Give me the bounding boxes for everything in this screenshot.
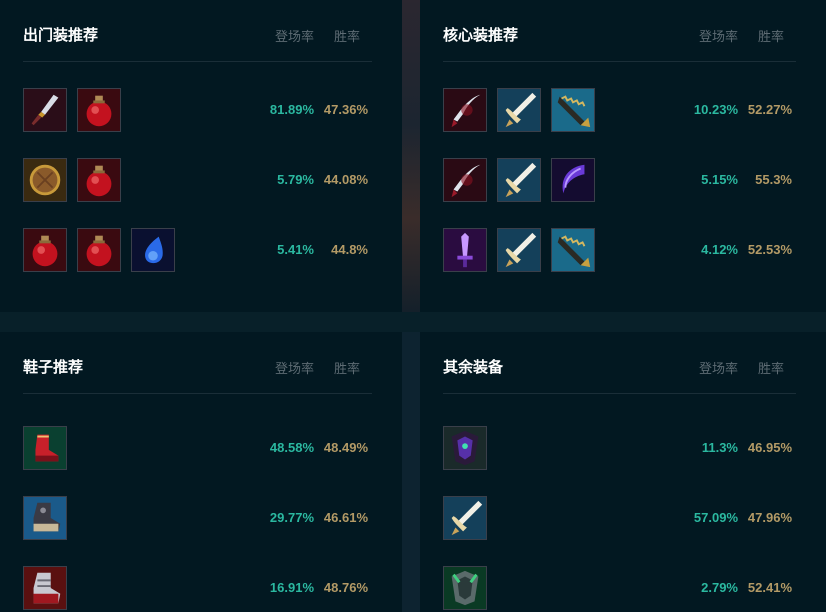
pick-rate: 5.41% <box>277 242 314 257</box>
item-icons <box>23 566 67 610</box>
serrated-saw-icon[interactable] <box>551 228 595 272</box>
win-rate: 47.36% <box>323 102 368 117</box>
pick-rate: 48.58% <box>269 440 314 455</box>
item-icons <box>443 88 595 132</box>
red-boots-icon[interactable] <box>23 426 67 470</box>
panel-header: 出门装推荐 登场率 胜率 <box>23 0 372 62</box>
shadow-armor-icon[interactable] <box>443 426 487 470</box>
plated-boots-icon[interactable] <box>23 566 67 610</box>
build-row: 48.58% 48.49% <box>23 426 372 470</box>
win-rate: 44.8% <box>331 242 368 257</box>
background-art-strip <box>402 0 420 312</box>
item-icons <box>23 426 67 470</box>
build-row: 5.15% 55.3% <box>443 158 796 202</box>
pick-rate: 5.79% <box>277 172 314 187</box>
void-scythe-icon[interactable] <box>551 158 595 202</box>
pick-rate: 2.79% <box>701 580 738 595</box>
starter-items-panel: 出门装推荐 登场率 胜率 81.89% 47.36% 5.79% 44.08% … <box>0 0 402 312</box>
item-icons <box>443 158 595 202</box>
win-rate: 48.49% <box>323 440 368 455</box>
win-rate-header: 胜率 <box>757 361 784 376</box>
item-icons <box>23 496 67 540</box>
item-icons <box>23 158 121 202</box>
build-row: 16.91% 48.76% <box>23 566 372 610</box>
win-rate: 46.95% <box>747 440 792 455</box>
item-icons <box>443 426 487 470</box>
navori-blade-icon[interactable] <box>497 88 541 132</box>
win-rate: 55.3% <box>755 172 792 187</box>
pick-rate: 16.91% <box>269 580 314 595</box>
pick-rate: 4.12% <box>701 242 738 257</box>
other-items-panel: 其余装备 登场率 胜率 11.3% 46.95% 57.09% 47.96% 2… <box>420 332 826 612</box>
item-icons <box>23 88 121 132</box>
navori-blade-icon[interactable] <box>497 228 541 272</box>
panel-header: 其余装备 登场率 胜率 <box>443 332 796 394</box>
pick-rate-header: 登场率 <box>698 361 738 376</box>
boots-panel: 鞋子推荐 登场率 胜率 48.58% 48.49% 29.77% 46.61% … <box>0 332 402 612</box>
build-row: 4.12% 52.53% <box>443 228 796 272</box>
win-rate-header: 胜率 <box>333 29 360 44</box>
item-icons <box>23 228 175 272</box>
panel-title: 其余装备 <box>443 359 504 376</box>
item-icons <box>443 228 595 272</box>
build-row: 2.79% 52.41% <box>443 566 796 610</box>
core-items-panel: 核心装推荐 登场率 胜率 10.23% 52.27% 5.15% 55.3% 4… <box>420 0 826 312</box>
blue-orb-icon[interactable] <box>131 228 175 272</box>
panel-header: 鞋子推荐 登场率 胜率 <box>23 332 372 394</box>
pick-rate-header: 登场率 <box>698 29 738 44</box>
crimson-blade-icon[interactable] <box>443 158 487 202</box>
build-row: 57.09% 47.96% <box>443 496 796 540</box>
pick-rate-header: 登场率 <box>274 361 314 376</box>
build-row: 11.3% 46.95% <box>443 426 796 470</box>
win-rate-header: 胜率 <box>333 361 360 376</box>
health-potion-icon[interactable] <box>77 228 121 272</box>
win-rate: 44.08% <box>323 172 368 187</box>
pick-rate: 29.77% <box>269 510 314 525</box>
win-rate: 52.53% <box>747 242 792 257</box>
item-icons <box>443 566 487 610</box>
build-row: 5.79% 44.08% <box>23 158 372 202</box>
win-rate: 46.61% <box>323 510 368 525</box>
armored-boots-icon[interactable] <box>23 496 67 540</box>
pick-rate: 11.3% <box>701 440 738 455</box>
health-potion-icon[interactable] <box>77 88 121 132</box>
win-rate: 52.41% <box>747 580 792 595</box>
health-potion-icon[interactable] <box>23 228 67 272</box>
pick-rate: 5.15% <box>701 172 738 187</box>
serrated-saw-icon[interactable] <box>551 88 595 132</box>
win-rate: 48.76% <box>323 580 368 595</box>
navori-blade-icon[interactable] <box>443 496 487 540</box>
dagger-icon[interactable] <box>23 88 67 132</box>
health-potion-icon[interactable] <box>77 158 121 202</box>
win-rate: 47.96% <box>747 510 792 525</box>
green-armor-icon[interactable] <box>443 566 487 610</box>
pick-rate-header: 登场率 <box>274 29 314 44</box>
build-row: 81.89% 47.36% <box>23 88 372 132</box>
panel-title: 核心装推荐 <box>443 27 519 44</box>
panel-header: 核心装推荐 登场率 胜率 <box>443 0 796 62</box>
build-row: 5.41% 44.8% <box>23 228 372 272</box>
win-rate: 52.27% <box>747 102 792 117</box>
violet-sword-icon[interactable] <box>443 228 487 272</box>
win-rate-header: 胜率 <box>757 29 784 44</box>
panel-title: 鞋子推荐 <box>23 359 84 376</box>
build-row: 10.23% 52.27% <box>443 88 796 132</box>
pick-rate: 81.89% <box>269 102 314 117</box>
item-icons <box>443 496 487 540</box>
navori-blade-icon[interactable] <box>497 158 541 202</box>
panel-gap-horizontal <box>0 312 826 332</box>
panel-gap-vertical <box>402 332 420 612</box>
build-row: 29.77% 46.61% <box>23 496 372 540</box>
shield-icon[interactable] <box>23 158 67 202</box>
crimson-blade-icon[interactable] <box>443 88 487 132</box>
pick-rate: 57.09% <box>693 510 738 525</box>
pick-rate: 10.23% <box>693 102 738 117</box>
panel-title: 出门装推荐 <box>23 27 99 44</box>
